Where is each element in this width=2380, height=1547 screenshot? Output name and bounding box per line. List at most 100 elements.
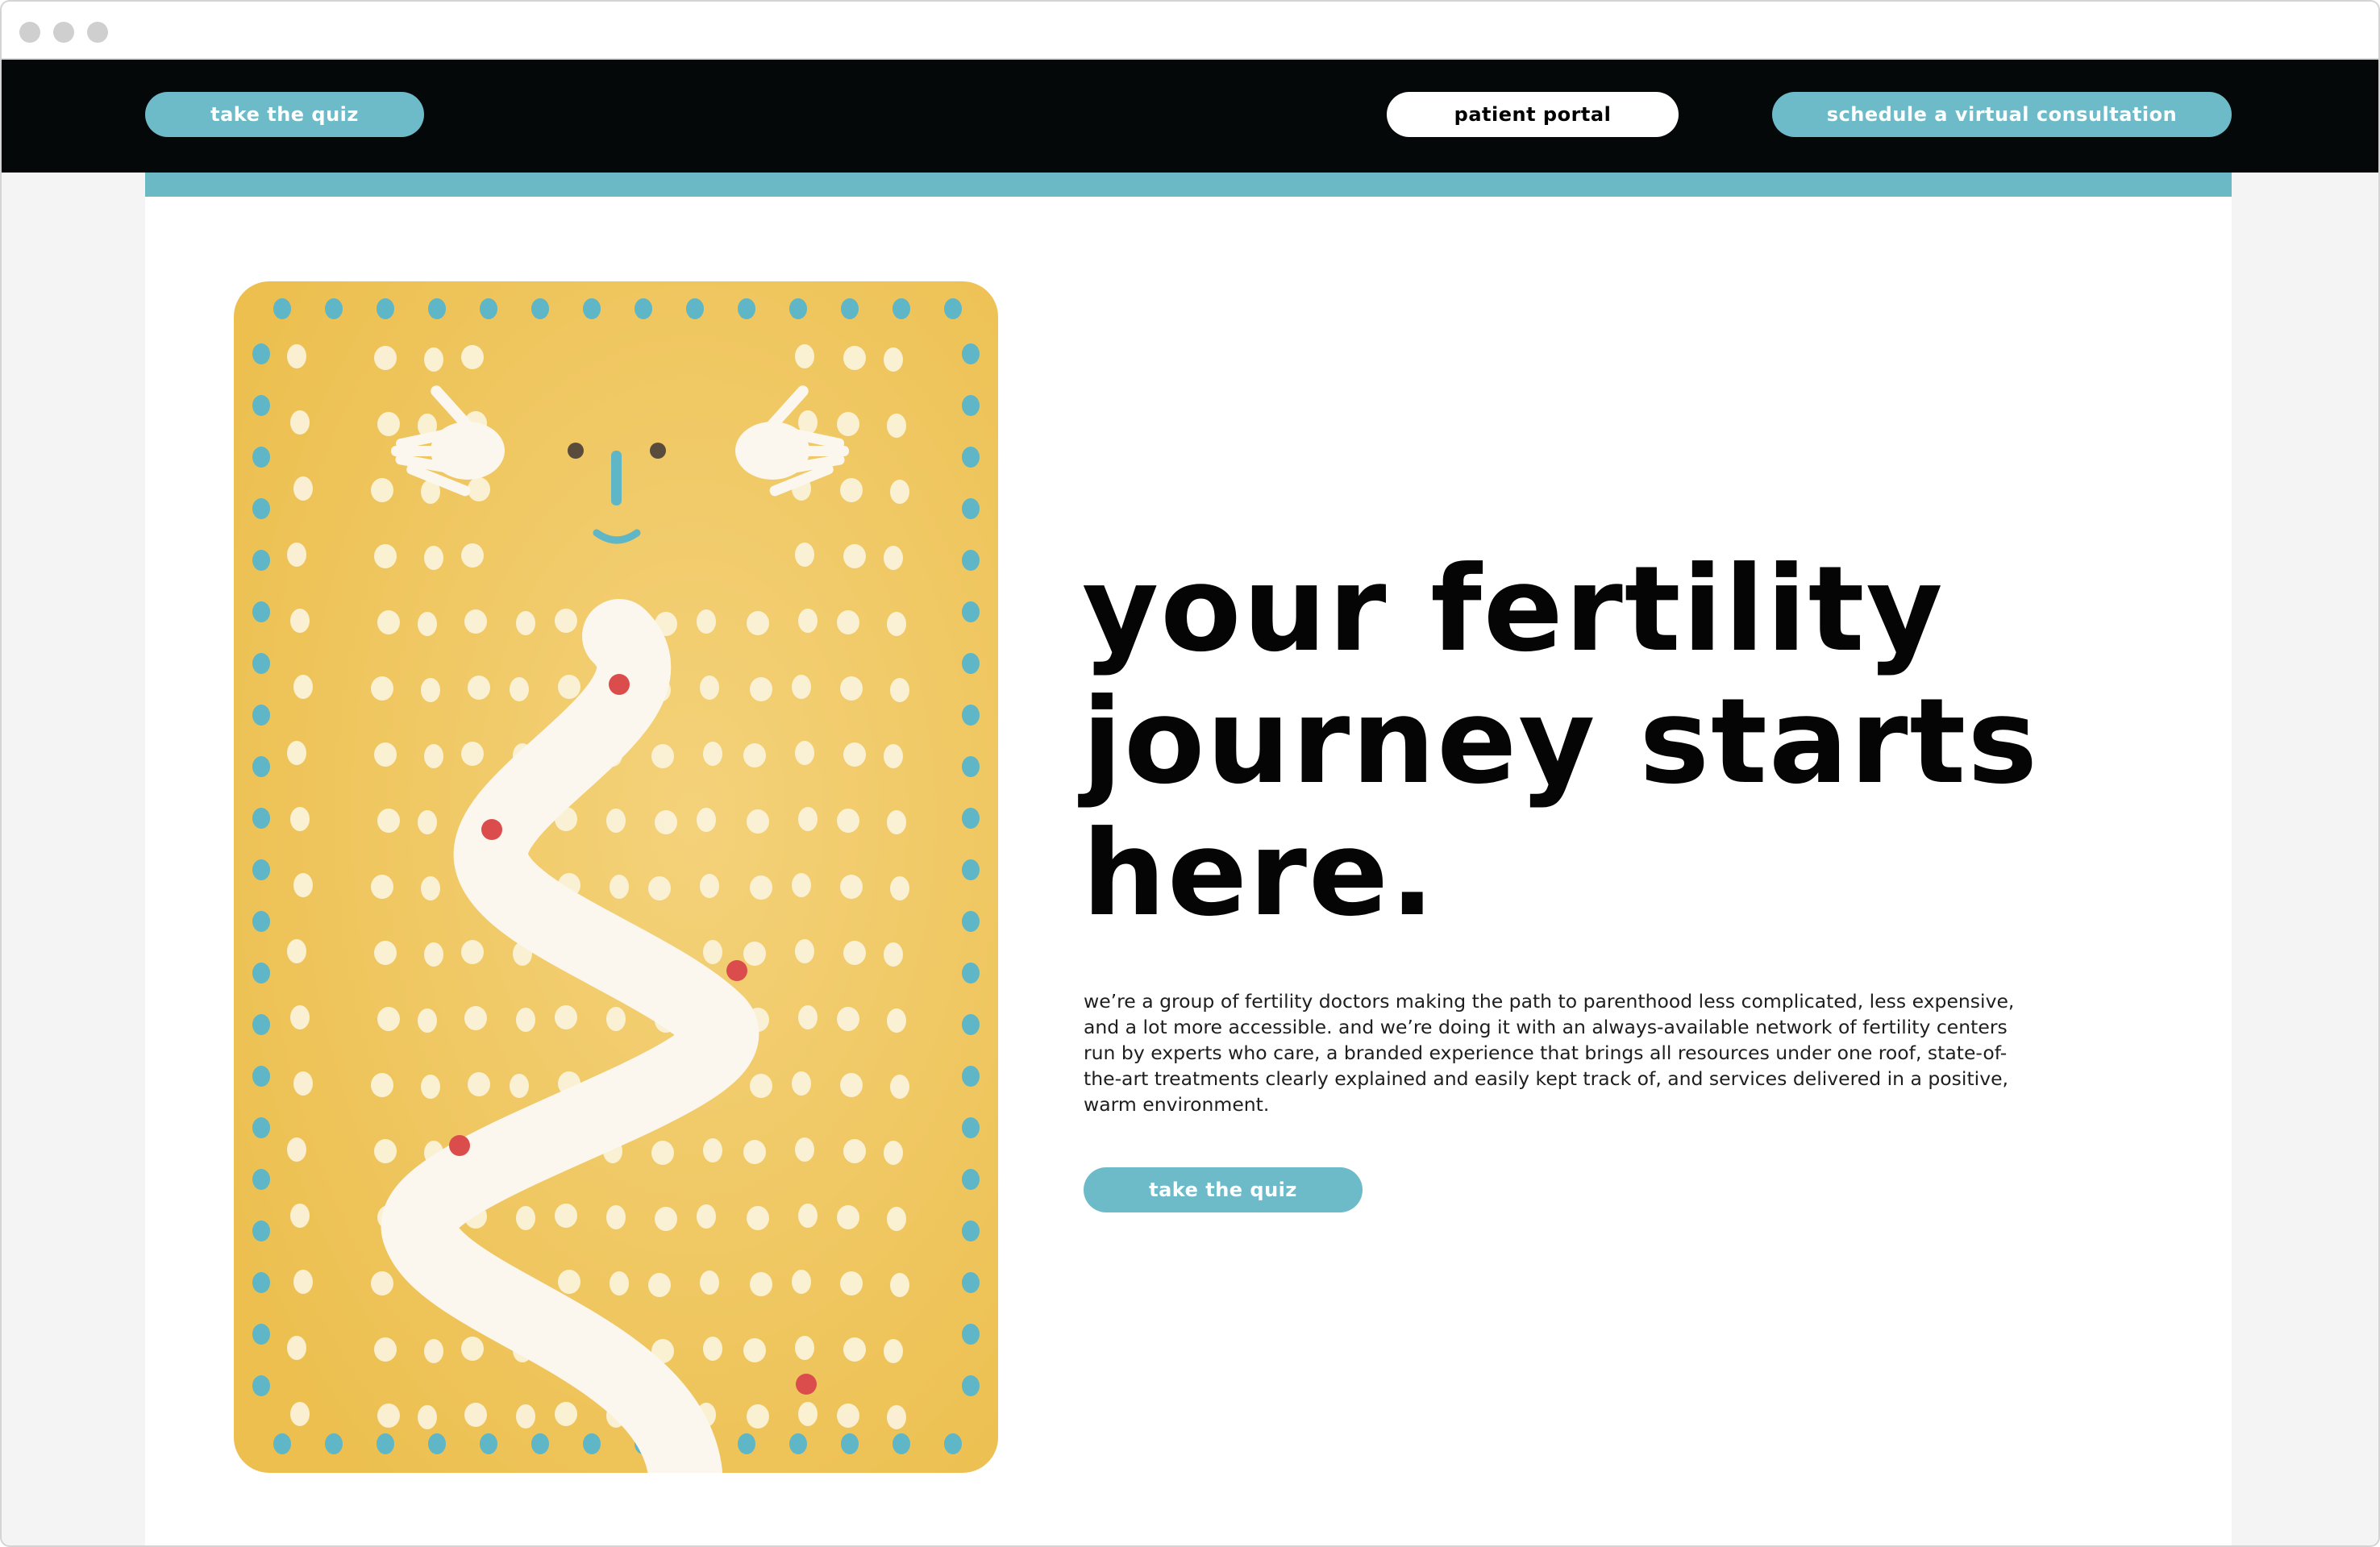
- cream-dot: [558, 1270, 580, 1294]
- teal-border-dot: [962, 963, 980, 984]
- teal-border-dot: [252, 1014, 270, 1035]
- cream-dot: [792, 1071, 811, 1096]
- cream-dot: [287, 543, 306, 567]
- window-minimize-dot[interactable]: [53, 22, 74, 43]
- cream-dot: [555, 1204, 577, 1228]
- cream-dot: [843, 544, 866, 568]
- cream-dot: [840, 1271, 863, 1295]
- cream-dot: [461, 940, 484, 964]
- teal-border-dot: [962, 1272, 980, 1293]
- teal-border-dot: [252, 911, 270, 932]
- cream-dot: [700, 1270, 719, 1295]
- cream-dot: [703, 940, 722, 964]
- cream-dot: [840, 676, 863, 701]
- cream-dot: [703, 742, 722, 766]
- schedule-consultation-button[interactable]: schedule a virtual consultation: [1772, 92, 2232, 137]
- cream-dot: [792, 1270, 811, 1294]
- teal-border-dot: [962, 859, 980, 880]
- cream-dot: [798, 1402, 818, 1426]
- cream-dot: [837, 1007, 859, 1031]
- take-quiz-cta-button[interactable]: take the quiz: [1084, 1167, 1363, 1212]
- cream-dot: [464, 1006, 487, 1030]
- teal-border-dot: [962, 395, 980, 416]
- cream-dot: [837, 1205, 859, 1229]
- cream-dot: [648, 876, 671, 900]
- teal-border-dot: [789, 298, 807, 319]
- cream-dot: [424, 744, 443, 768]
- cream-dot: [424, 347, 443, 372]
- teal-border-dot: [252, 1221, 270, 1241]
- cream-dot: [798, 807, 818, 831]
- hero-description: we’re a group of fertility doctors makin…: [1084, 990, 2015, 1116]
- cream-dot: [843, 1337, 866, 1362]
- teal-border-dot: [252, 601, 270, 622]
- cream-dot: [697, 808, 716, 832]
- cream-dot: [795, 1137, 814, 1162]
- nose-icon: [611, 451, 622, 505]
- cream-dot: [555, 609, 577, 633]
- cream-dot: [884, 546, 903, 570]
- cream-dot: [884, 347, 903, 372]
- teal-border-dot: [962, 1221, 980, 1241]
- cream-dot: [461, 543, 484, 568]
- teal-border-dot: [962, 911, 980, 932]
- cream-dot: [648, 1273, 671, 1297]
- headline-line-3: here.: [1082, 805, 1437, 942]
- cream-dot: [887, 810, 906, 834]
- cream-dot: [884, 1141, 903, 1165]
- cream-dot: [516, 1206, 535, 1230]
- take-quiz-nav-button[interactable]: take the quiz: [145, 92, 424, 137]
- headline-line-1: your fertility: [1082, 541, 1945, 678]
- teal-border-dot: [583, 1433, 601, 1454]
- teal-border-dot: [962, 1169, 980, 1190]
- cream-dot: [374, 941, 397, 965]
- teal-border-dot: [377, 1433, 394, 1454]
- teal-border-dot: [325, 1433, 343, 1454]
- teal-border-dot: [962, 1375, 980, 1396]
- cream-dot: [516, 1008, 535, 1032]
- teal-border-dot: [252, 756, 270, 777]
- teal-border-dot: [962, 550, 980, 571]
- cream-dot: [468, 676, 490, 700]
- cream-dot: [555, 1005, 577, 1029]
- path-marker: [726, 960, 747, 981]
- teal-border-dot: [944, 298, 962, 319]
- teal-border-dot: [962, 1066, 980, 1087]
- cream-dot: [887, 612, 906, 636]
- cream-dot: [798, 609, 818, 633]
- cream-dot: [424, 1339, 443, 1363]
- cream-dot: [747, 809, 769, 834]
- cream-dot: [371, 676, 393, 701]
- cream-dot: [371, 1073, 393, 1097]
- cream-dot: [700, 874, 719, 898]
- teal-border-dot: [892, 298, 910, 319]
- cream-dot: [371, 478, 393, 502]
- right-eye-icon: [650, 443, 666, 459]
- cream-dot: [606, 809, 626, 833]
- teal-border-dot: [962, 1117, 980, 1138]
- hero-section: your fertility journey starts here. we’r…: [145, 197, 2232, 1545]
- cream-dot: [510, 1074, 529, 1098]
- teal-border-dot: [252, 550, 270, 571]
- window-close-dot[interactable]: [19, 22, 40, 43]
- cream-dot: [290, 1204, 310, 1228]
- cream-dot: [287, 1336, 306, 1360]
- teal-border-dot: [252, 808, 270, 829]
- cream-dot: [558, 675, 580, 699]
- cream-dot: [464, 609, 487, 634]
- cream-dot: [651, 744, 674, 768]
- teal-border-dot: [962, 756, 980, 777]
- cream-dot: [887, 1405, 906, 1429]
- teal-border-dot: [252, 1066, 270, 1087]
- cream-dot: [884, 744, 903, 768]
- cream-dot: [750, 677, 772, 701]
- cream-dot: [843, 1139, 866, 1163]
- teal-border-dot: [738, 1433, 755, 1454]
- teal-border-dot: [944, 1433, 962, 1454]
- patient-portal-button[interactable]: patient portal: [1387, 92, 1679, 137]
- window-maximize-dot[interactable]: [87, 22, 108, 43]
- cream-dot: [743, 743, 766, 767]
- cream-dot: [374, 346, 397, 370]
- cream-dot: [377, 809, 400, 833]
- headline-line-2: journey starts: [1082, 673, 2040, 810]
